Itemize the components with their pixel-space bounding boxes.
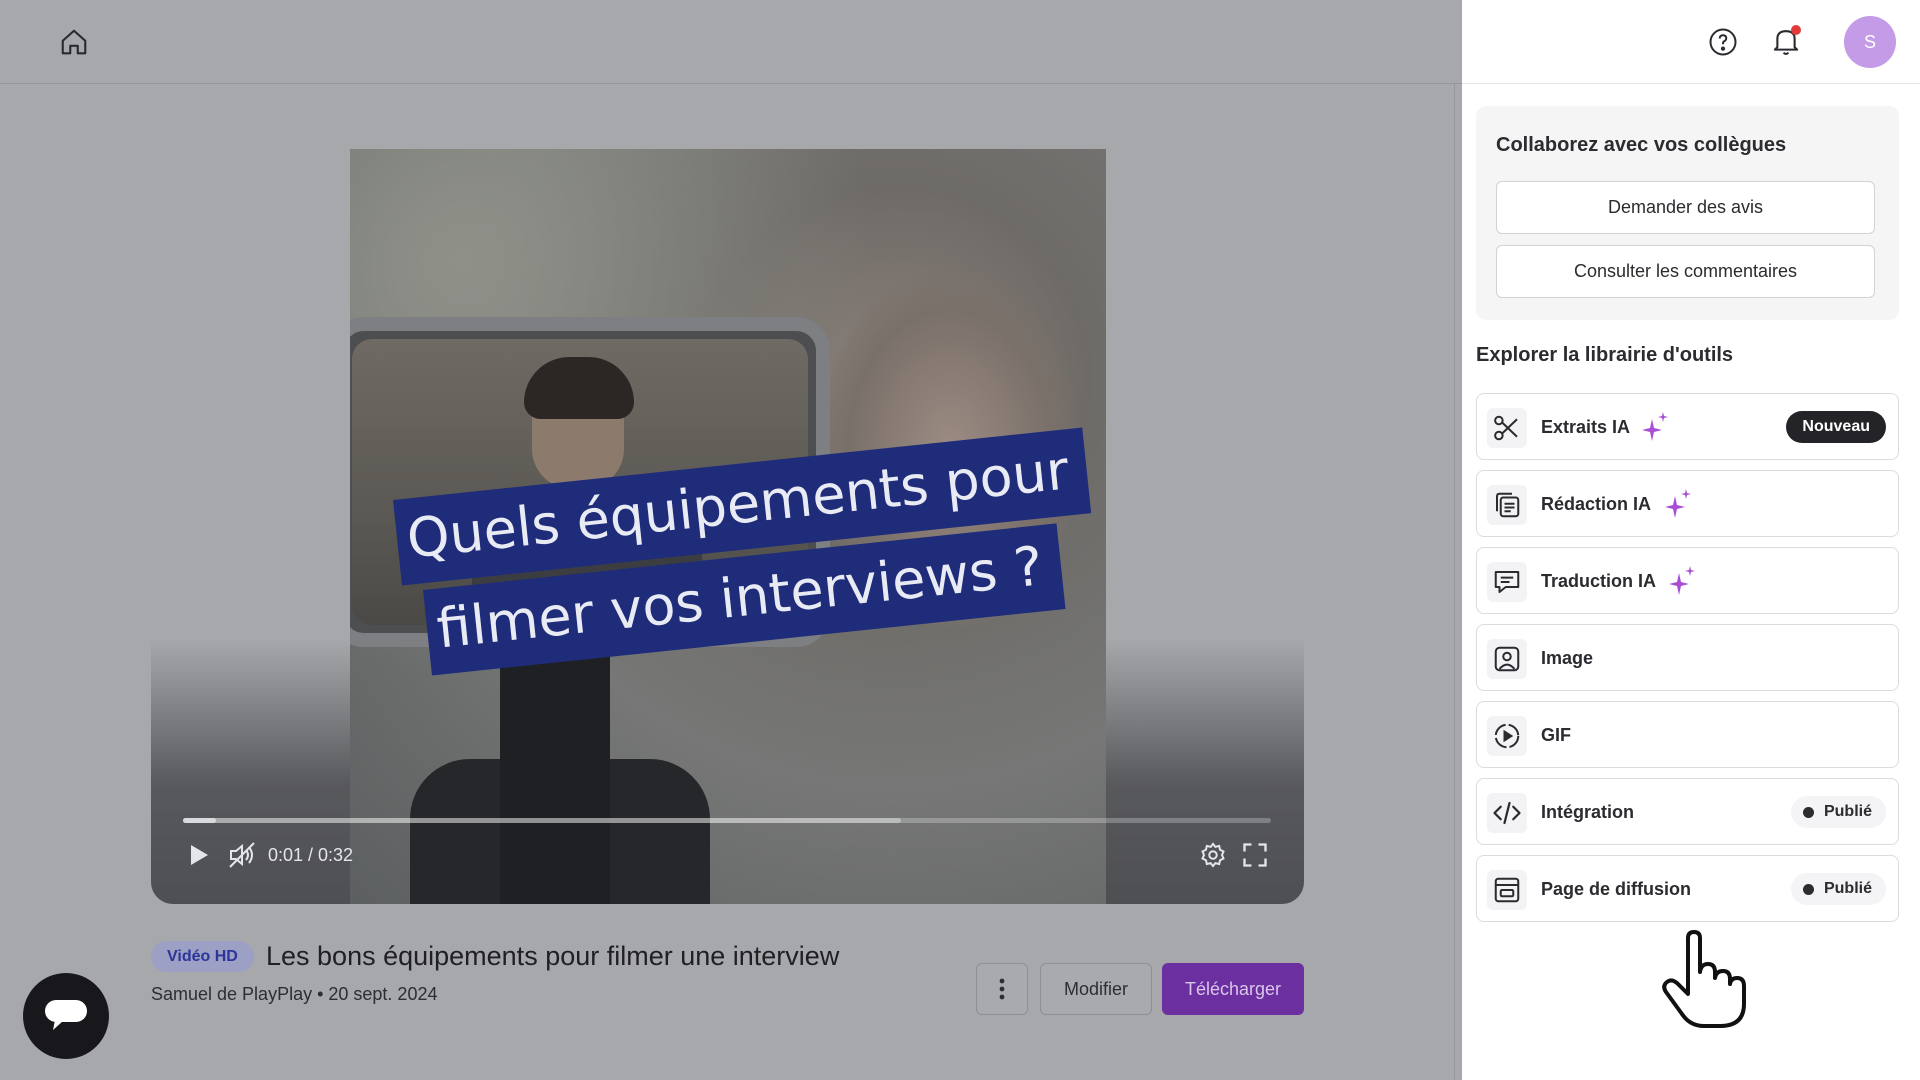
panel-header: S — [1462, 0, 1920, 84]
collaboration-card: Collaborez avec vos collègues Demander d… — [1476, 106, 1899, 320]
tool-label: Traduction IA — [1541, 571, 1657, 591]
progress-buffered — [183, 818, 902, 823]
panel-divider — [1454, 84, 1455, 1080]
progress-played — [183, 818, 216, 823]
notifications-button[interactable] — [1768, 22, 1804, 60]
tool-image[interactable]: Image — [1476, 624, 1899, 691]
settings-button[interactable] — [1197, 839, 1229, 871]
status-dot — [1802, 883, 1814, 895]
document-copy-icon — [1496, 492, 1520, 518]
tool-embed[interactable]: Intégration Publié — [1476, 778, 1899, 845]
edit-button[interactable]: Modifier — [1040, 963, 1152, 1015]
new-badge: Nouveau — [1786, 411, 1886, 443]
image-icon — [1494, 646, 1520, 672]
kebab-menu-icon — [999, 978, 1005, 1000]
tool-gif[interactable]: GIF — [1476, 701, 1899, 768]
video-author-date: Samuel de PlayPlay • 20 sept. 2024 — [151, 984, 438, 1004]
chat-bubble-icon — [1494, 571, 1520, 593]
tool-sharing-page[interactable]: Page de diffusion Publié — [1476, 855, 1899, 922]
chat-icon — [45, 1000, 87, 1030]
gif-play-icon — [1494, 723, 1520, 749]
tools-library-title: Explorer la librairie d'outils — [1476, 344, 1734, 366]
home-button[interactable] — [56, 24, 92, 60]
progress-bar[interactable] — [183, 818, 1271, 823]
view-comments-button[interactable]: Consulter les commentaires — [1496, 245, 1875, 298]
play-icon — [191, 845, 208, 865]
hd-badge: Vidéo HD — [151, 941, 254, 972]
fullscreen-icon — [1243, 843, 1267, 867]
scissors-icon — [1494, 415, 1518, 441]
chat-support-button[interactable] — [23, 973, 109, 1059]
sparkle-icon — [1642, 412, 1668, 441]
time-display: 0:01 / 0:32 — [268, 845, 354, 865]
tool-ai-clips[interactable]: Extraits IA Nouveau — [1476, 393, 1899, 460]
fullscreen-button[interactable] — [1239, 839, 1271, 871]
tool-label: Page de diffusion — [1541, 879, 1692, 899]
status-label: Publié — [1823, 880, 1872, 897]
tool-label: Image — [1541, 648, 1594, 668]
sparkle-icon — [1669, 566, 1695, 595]
play-button[interactable] — [183, 839, 215, 871]
volume-muted-icon — [229, 842, 255, 868]
tool-ai-writing[interactable]: Rédaction IA — [1476, 470, 1899, 537]
sparkle-icon — [1665, 489, 1691, 518]
published-badge: Publié — [1790, 796, 1886, 828]
gear-icon — [1201, 842, 1225, 868]
collaboration-title: Collaborez avec vos collègues — [1496, 134, 1787, 156]
mute-button[interactable] — [225, 839, 259, 871]
side-panel: S Collaborez avec vos collègues Demander… — [1462, 0, 1920, 1080]
avatar[interactable]: S — [1844, 16, 1896, 68]
download-button[interactable]: Télécharger — [1162, 963, 1304, 1015]
code-icon — [1493, 801, 1521, 825]
more-options-button[interactable] — [976, 963, 1028, 1015]
video-title: Les bons équipements pour filmer une int… — [266, 941, 840, 971]
ask-feedback-button[interactable]: Demander des avis — [1496, 181, 1875, 234]
top-bar — [0, 0, 1462, 84]
browser-page-icon — [1494, 877, 1520, 903]
tool-label: Intégration — [1541, 802, 1634, 822]
notification-dot — [1791, 25, 1801, 35]
tool-label: Extraits IA — [1541, 417, 1631, 437]
help-icon — [1709, 28, 1737, 56]
published-badge: Publié — [1790, 873, 1886, 905]
status-label: Publié — [1823, 803, 1872, 820]
main-area: Quels équipements pour filmer vos interv… — [0, 0, 1462, 1080]
help-button[interactable] — [1706, 24, 1740, 60]
tool-label: GIF — [1541, 725, 1571, 745]
tool-ai-translation[interactable]: Traduction IA — [1476, 547, 1899, 614]
status-dot — [1802, 806, 1814, 818]
tool-label: Rédaction IA — [1541, 494, 1652, 514]
home-icon — [61, 29, 87, 55]
hand-pointer-icon — [1662, 930, 1746, 1028]
